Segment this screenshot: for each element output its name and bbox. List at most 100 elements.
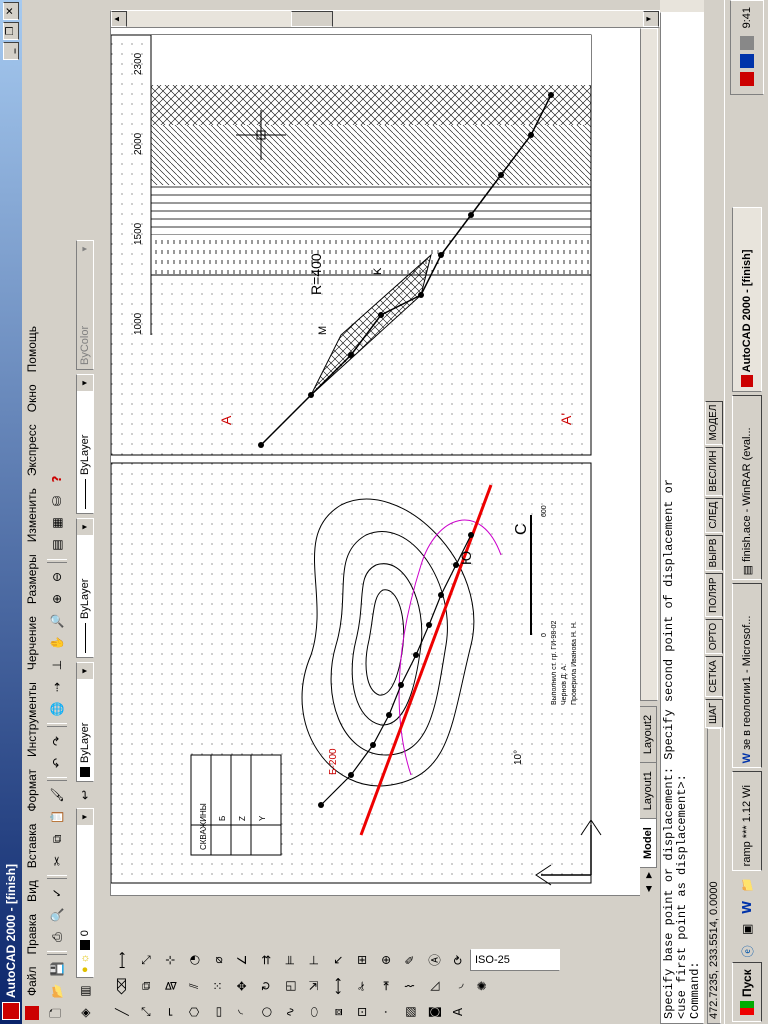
new-icon[interactable]: 🗋	[46, 1002, 68, 1024]
offset-icon[interactable]: ⫽	[183, 975, 205, 997]
ordinate-dim-icon[interactable]: ⊹	[159, 949, 181, 971]
menu-insert[interactable]: Вставка	[25, 818, 39, 875]
menu-dimension[interactable]: Размеры	[25, 548, 39, 610]
center-mark-icon[interactable]: ⊕	[375, 949, 397, 971]
layer-previous-icon[interactable]: ↩	[74, 784, 96, 806]
chevron-down-icon[interactable]: ▼	[77, 663, 93, 679]
document-icon[interactable]	[25, 1006, 39, 1020]
language-icon[interactable]	[740, 54, 754, 69]
dbconnect-icon[interactable]: ⛁	[46, 490, 68, 512]
menu-window[interactable]: Окно	[25, 378, 39, 418]
move-icon[interactable]: ✥	[231, 975, 253, 997]
leader-icon[interactable]: ↖	[327, 949, 349, 971]
drawing-canvas[interactable]: СКВАЖИНЫ Б Z Y 0 600 Выполнил ст. гр. ГИ…	[111, 27, 641, 895]
start-button[interactable]: Пуск	[732, 962, 762, 1022]
polyline-icon[interactable]: ⌐	[159, 1001, 181, 1023]
trim-icon[interactable]: ✁	[351, 975, 373, 997]
copy-object-icon[interactable]: ⧉	[135, 975, 157, 997]
insert-block-icon[interactable]: ⧈	[327, 1001, 349, 1023]
polar-toggle[interactable]: ПОЛЯР	[705, 573, 723, 617]
save-icon[interactable]: 💾	[46, 958, 68, 980]
cut-icon[interactable]: ✂	[46, 850, 68, 872]
model-toggle[interactable]: МОДЕЛ	[705, 400, 723, 445]
help-icon[interactable]: ?	[46, 468, 68, 490]
mtext-icon[interactable]: A	[447, 1001, 469, 1023]
task-word[interactable]: W зе в геологии1 - Microsof...	[732, 583, 762, 769]
spell-icon[interactable]: ✓	[46, 882, 68, 904]
layer-dropdown[interactable]: ● ☼ 0 ▼	[76, 808, 94, 978]
print-icon[interactable]: ⎙	[46, 926, 68, 948]
command-scrollbar[interactable]	[660, 0, 704, 12]
otrack-toggle[interactable]: СЛЕД	[705, 497, 723, 533]
chevron-down-icon[interactable]: ▼	[77, 519, 93, 535]
ellipse-icon[interactable]: ⬭	[303, 1001, 325, 1023]
chevron-down-icon[interactable]: ▼	[77, 809, 93, 825]
title-bar[interactable]: AutoCAD 2000 - [finish] _ ❐ ✕	[0, 0, 22, 1024]
point-icon[interactable]: ·	[375, 1001, 397, 1023]
baseline-dim-icon[interactable]: ⊨	[279, 949, 301, 971]
continue-dim-icon[interactable]: ⊢	[303, 949, 325, 971]
polygon-icon[interactable]: ⬡	[183, 1001, 205, 1023]
restore-button[interactable]: ❐	[3, 22, 19, 40]
menu-help[interactable]: Помощь	[25, 320, 39, 378]
undo-icon[interactable]: ↶	[46, 752, 68, 774]
make-layer-current-icon[interactable]: ◈	[74, 1002, 96, 1024]
horizontal-scrollbar[interactable]	[640, 28, 658, 701]
arc-icon[interactable]: ◜	[231, 1001, 253, 1023]
minimize-button[interactable]: _	[3, 42, 19, 60]
lengthen-icon[interactable]: ⟷	[327, 975, 349, 997]
task-ramp[interactable]: ramp *** 1.12 Wi	[732, 771, 762, 872]
array-icon[interactable]: ⁙	[207, 975, 229, 997]
paste-icon[interactable]: 📋	[46, 806, 68, 828]
tab-model[interactable]: Model	[640, 818, 657, 868]
zoom-previous-icon[interactable]: ⊖	[46, 566, 68, 588]
preview-icon[interactable]: 🔍	[46, 904, 68, 926]
tab-first-arrow[interactable]: ◀	[640, 882, 656, 896]
task-autocad[interactable]: AutoCAD 2000 - [finish]	[732, 207, 762, 393]
dimstyle-dropdown[interactable]: ISO-25	[470, 949, 560, 971]
quick-dim-icon[interactable]: ⇉	[255, 949, 277, 971]
drawing-area[interactable]: СКВАЖИНЫ Б Z Y 0 600 Выполнил ст. гр. ГИ…	[110, 26, 642, 896]
stretch-icon[interactable]: ⇲	[303, 975, 325, 997]
close-button[interactable]: ✕	[3, 2, 19, 20]
zoom-window-icon[interactable]: ⊕	[46, 588, 68, 610]
vertical-scrollbar[interactable]: ▲ ▼	[110, 10, 660, 28]
scroll-down-arrow[interactable]: ▼	[643, 11, 659, 27]
explorer-quicklaunch-icon[interactable]: 📁	[736, 874, 758, 896]
menu-express[interactable]: Экспресс	[25, 418, 39, 482]
grid-toggle[interactable]: СЕТКА	[705, 656, 723, 697]
task-winrar[interactable]: ▤ finish.ace - WinRAR (eval...	[732, 395, 762, 581]
hyperlink-icon[interactable]: 🌐	[46, 698, 68, 720]
aligned-dim-icon[interactable]: ⤡	[135, 949, 157, 971]
tab-layout2[interactable]: Layout2	[640, 705, 657, 764]
dim-edit-icon[interactable]: ✎	[399, 949, 421, 971]
pan-icon[interactable]: ✋	[46, 632, 68, 654]
lwt-toggle[interactable]: ВЕСЛИН	[705, 446, 723, 496]
command-window[interactable]: Specify base point or displacement: Spec…	[660, 12, 704, 1024]
rotate-icon[interactable]: ↻	[255, 975, 277, 997]
scale-icon[interactable]: ◰	[279, 975, 301, 997]
tab-last-arrow[interactable]: ▶	[640, 868, 656, 882]
tracking-icon[interactable]: ⇢	[46, 676, 68, 698]
zoom-realtime-icon[interactable]: 🔎	[46, 610, 68, 632]
dim-update-icon[interactable]: ⟳	[447, 949, 469, 971]
region-icon[interactable]: ◙	[423, 1001, 445, 1023]
extend-icon[interactable]: ⇥	[375, 975, 397, 997]
color-dropdown[interactable]: ByLayer ▼	[76, 662, 94, 782]
break-icon[interactable]: ⌇	[399, 975, 421, 997]
match-properties-icon[interactable]: 🖌	[46, 784, 68, 806]
linear-dim-icon[interactable]: ⟼	[111, 949, 133, 971]
dim-text-edit-icon[interactable]: Ⓐ	[423, 949, 445, 971]
volume-icon[interactable]	[740, 36, 754, 51]
menu-file[interactable]: Файл	[25, 960, 39, 1002]
explode-icon[interactable]: ✺	[471, 975, 493, 997]
line-icon[interactable]: ╱	[111, 1001, 133, 1023]
word-quicklaunch-icon[interactable]: W	[736, 896, 758, 918]
fillet-icon[interactable]: ◟	[447, 975, 469, 997]
chevron-down-icon[interactable]: ▼	[77, 375, 93, 391]
menu-tools[interactable]: Инструменты	[25, 676, 39, 763]
menu-format[interactable]: Формат	[25, 763, 39, 818]
coordinates-readout[interactable]: 472.7235, 233.5514, 0.0000	[707, 728, 721, 1024]
angular-dim-icon[interactable]: ∠	[231, 949, 253, 971]
menu-view[interactable]: Вид	[25, 874, 39, 908]
